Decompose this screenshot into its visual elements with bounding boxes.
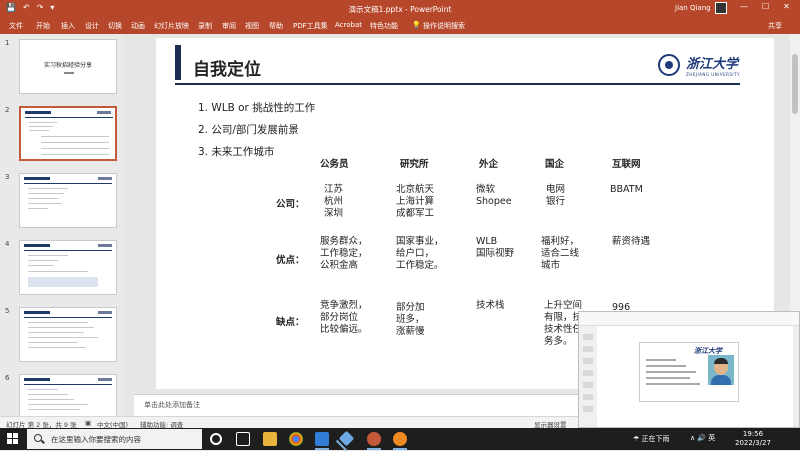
user-name[interactable]: Jian Qiang xyxy=(675,4,711,12)
task-view-icon[interactable] xyxy=(236,432,250,446)
overlay-toolbar xyxy=(579,312,799,326)
slide-thumbnail-3[interactable] xyxy=(19,173,117,228)
system-tray[interactable]: ∧ 🔊 英 xyxy=(690,433,715,443)
slide-number: 2 xyxy=(5,106,10,114)
maximize-button[interactable]: ☐ xyxy=(762,2,769,11)
cortana-icon[interactable] xyxy=(210,433,222,445)
slide-title[interactable]: 自我定位 xyxy=(193,55,261,80)
spellcheck-icon[interactable]: ▣ xyxy=(85,419,91,427)
slide-number: 1 xyxy=(5,39,10,47)
column-header-civil-servant[interactable]: 公务员 xyxy=(320,156,349,170)
recorder-icon[interactable] xyxy=(393,432,407,450)
notes-placeholder: 单击此处添加备注 xyxy=(144,401,200,409)
row-header-disadvantages[interactable]: 缺点： xyxy=(276,314,305,328)
row-header-company[interactable]: 公司： xyxy=(276,196,305,210)
thumbnail-title: 实习秋招经验分享 xyxy=(43,62,92,69)
slide-number: 5 xyxy=(5,307,10,315)
tab-help[interactable]: 帮助 xyxy=(269,21,283,31)
feishu-icon[interactable] xyxy=(338,430,355,447)
webcam-overlay: 浙江大学 xyxy=(578,311,800,428)
resume-document: 浙江大学 xyxy=(639,342,739,402)
search-icon xyxy=(34,434,42,442)
column-header-internet[interactable]: 互联网 xyxy=(612,156,641,170)
table-cell[interactable]: 服务群众， 工作稳定， 公积金高 xyxy=(320,236,368,272)
title-accent-bar xyxy=(175,45,181,80)
scrollbar-thumb[interactable] xyxy=(792,54,798,114)
vscode-icon[interactable] xyxy=(315,432,329,450)
tab-record[interactable]: 录制 xyxy=(198,21,212,31)
title-divider xyxy=(175,83,740,85)
tab-slideshow[interactable]: 幻灯片放映 xyxy=(154,21,189,31)
clock-time: 19:56 xyxy=(742,430,764,438)
tab-animations[interactable]: 动画 xyxy=(131,21,145,31)
table-cell[interactable]: 江苏 杭州 深圳 xyxy=(324,184,343,220)
umbrella-icon: ☂ xyxy=(633,435,640,443)
slide-thumbnail-1[interactable]: 实习秋招经验分享 xyxy=(19,39,117,94)
tab-pdf-tools[interactable]: PDF工具集 xyxy=(293,21,328,31)
slide-thumbnail-5[interactable] xyxy=(19,307,117,362)
table-cell[interactable]: 微软 Shopee xyxy=(476,184,512,208)
close-button[interactable]: ✕ xyxy=(783,2,790,11)
column-header-research-institute[interactable]: 研究所 xyxy=(400,156,429,170)
table-cell[interactable]: 福利好， 适合二线 城市 xyxy=(541,236,579,272)
presenter-video xyxy=(708,355,734,385)
clock-date: 2022/3/27 xyxy=(735,439,771,447)
search-placeholder: 在这里输入你要搜索的内容 xyxy=(51,435,141,444)
column-header-state-owned[interactable]: 国企 xyxy=(545,156,564,170)
minimize-button[interactable]: — xyxy=(740,2,748,11)
taskbar-search[interactable]: 在这里输入你要搜索的内容 xyxy=(27,429,202,449)
table-cell[interactable]: 北京航天 上海计算 成都军工 xyxy=(396,184,434,220)
bullet-item[interactable]: 3. 未来工作城市 xyxy=(198,144,274,159)
avatar[interactable] xyxy=(715,2,727,14)
clock[interactable]: 19:56 2022/3/27 xyxy=(735,430,771,448)
table-cell[interactable]: 国家事业， 给户口， 工作稳定。 xyxy=(396,236,444,272)
column-header-foreign-company[interactable]: 外企 xyxy=(479,156,498,170)
logo-text: 浙江大学 xyxy=(686,57,739,72)
table-cell[interactable]: 竞争激烈， 部分岗位 比较偏远。 xyxy=(320,300,368,336)
bullet-item[interactable]: 2. 公司/部门发展前景 xyxy=(198,122,299,137)
weather-widget[interactable]: ☂ 正在下雨 xyxy=(633,434,670,444)
university-seal-icon xyxy=(658,54,680,76)
row-header-advantages[interactable]: 优点： xyxy=(276,252,305,266)
tab-home[interactable]: 开始 xyxy=(36,21,50,31)
overlay-scrollbar xyxy=(793,326,799,427)
table-cell[interactable]: WLB 国际视野 xyxy=(476,236,514,260)
slide-thumbnail-pane: 1 实习秋招经验分享 2 3 4 5 6 xyxy=(0,34,125,416)
slide-number: 6 xyxy=(5,374,10,382)
table-cell[interactable]: 上升空间 有限，技 技术性任 务多。 xyxy=(544,300,582,348)
slide-thumbnail-6[interactable] xyxy=(19,374,117,416)
tab-file[interactable]: 文件 xyxy=(9,21,23,31)
table-cell[interactable]: 薪资待遇 xyxy=(612,236,650,248)
tab-features[interactable]: 特色功能 xyxy=(370,21,398,31)
taskbar: 在这里输入你要搜索的内容 ☂ 正在下雨 ∧ 🔊 英 19:56 2022/3/2… xyxy=(0,428,800,450)
table-cell[interactable]: BBATM xyxy=(610,184,643,196)
slide-number: 3 xyxy=(5,173,10,181)
pane-splitter[interactable] xyxy=(125,34,134,416)
tell-me-search[interactable]: 操作说明搜索 xyxy=(423,21,465,31)
tab-transitions[interactable]: 切换 xyxy=(108,21,122,31)
tab-review[interactable]: 审阅 xyxy=(222,21,236,31)
slide-thumbnail-2[interactable] xyxy=(19,106,117,161)
university-logo: 浙江大学 ZHEJIANG UNIVERSITY xyxy=(658,52,748,84)
powerpoint-icon[interactable] xyxy=(367,432,381,450)
tab-acrobat[interactable]: Acrobat xyxy=(335,21,362,29)
ribbon-tabs: 文件 开始 插入 设计 切换 动画 幻灯片放映 录制 审阅 视图 帮助 PDF工… xyxy=(0,17,800,34)
slide-thumbnail-4[interactable] xyxy=(19,240,117,295)
windows-start-icon[interactable] xyxy=(7,433,19,445)
tab-view[interactable]: 视图 xyxy=(245,21,259,31)
overlay-sidebar xyxy=(579,326,597,427)
title-bar: 💾 ↶ ↷ ▾ 演示文稿1.pptx - PowerPoint Jian Qia… xyxy=(0,0,800,17)
table-cell[interactable]: 部分加 班多， 涨薪慢 xyxy=(396,302,425,338)
table-cell[interactable]: 电网 银行 xyxy=(546,184,565,208)
table-cell[interactable]: 技术栈 xyxy=(476,300,505,312)
share-button[interactable]: 共享 xyxy=(768,21,782,31)
bullet-item[interactable]: 1. WLB or 挑战性的工作 xyxy=(198,100,315,115)
slide-number: 4 xyxy=(5,240,10,248)
tab-insert[interactable]: 插入 xyxy=(61,21,75,31)
tab-design[interactable]: 设计 xyxy=(85,21,99,31)
lightbulb-icon: 💡 xyxy=(412,21,421,29)
logo-subtext: ZHEJIANG UNIVERSITY xyxy=(686,72,740,77)
file-explorer-icon[interactable] xyxy=(263,432,277,446)
chrome-icon[interactable] xyxy=(289,432,303,446)
